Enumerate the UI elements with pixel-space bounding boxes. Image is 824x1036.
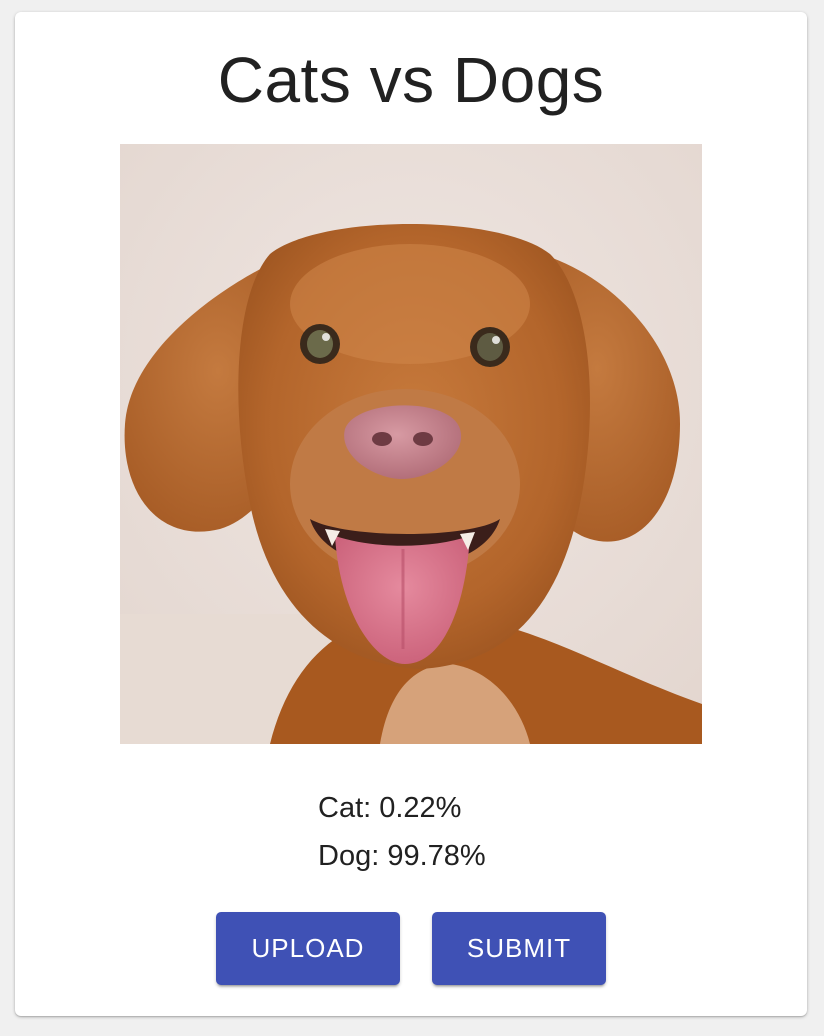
submit-button[interactable]: SUBMIT	[432, 912, 606, 985]
prediction-results: Cat: 0.22% Dog: 99.78%	[318, 788, 486, 884]
classifier-card: Cats vs Dogs Cat: 0.22% Dog: 99.78% UPLO…	[15, 12, 807, 1016]
cat-probability: Cat: 0.22%	[318, 792, 462, 824]
action-buttons: UPLOAD SUBMIT	[15, 912, 807, 985]
upload-button[interactable]: UPLOAD	[216, 912, 400, 985]
dog-probability: Dog: 99.78%	[318, 840, 486, 872]
page-title: Cats vs Dogs	[217, 44, 605, 116]
uploaded-dog-photo	[120, 144, 702, 744]
